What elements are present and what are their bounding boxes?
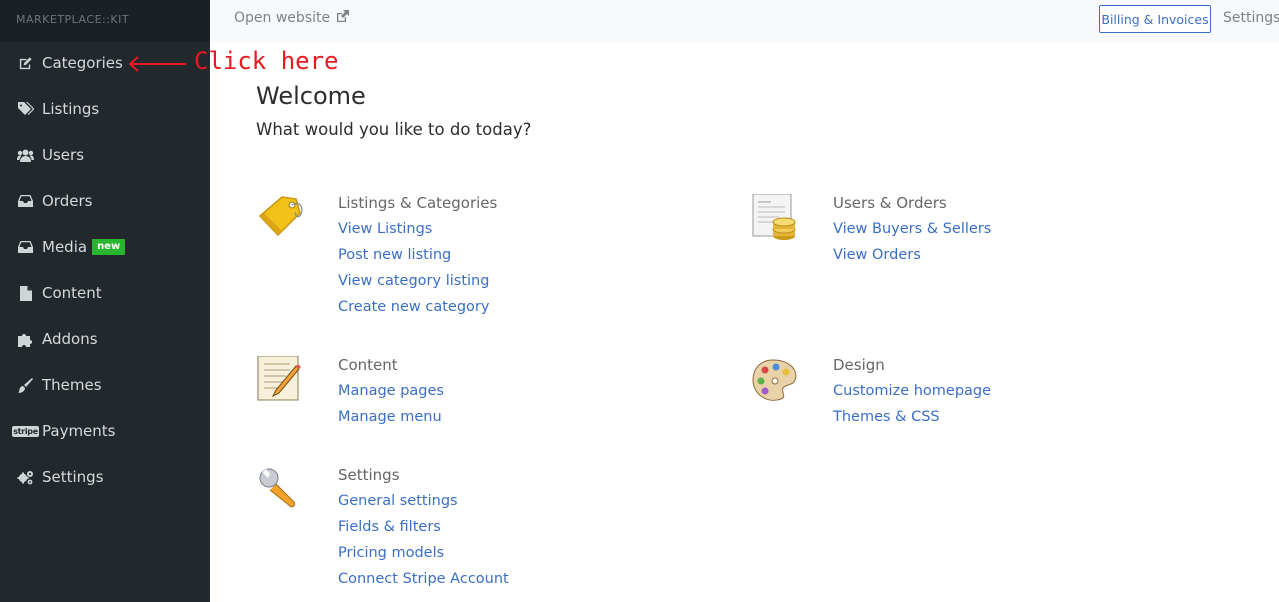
sidebar: MARKETPLACE::KIT Categories Listings Use… bbox=[0, 0, 210, 602]
inbox-icon bbox=[17, 193, 34, 209]
users-icon bbox=[17, 147, 34, 163]
sidebar-item-media[interactable]: Media new bbox=[0, 224, 210, 270]
sidebar-item-label: Content bbox=[42, 284, 102, 302]
fields-filters-link[interactable]: Fields & filters bbox=[338, 518, 638, 544]
manage-pages-link[interactable]: Manage pages bbox=[338, 382, 638, 408]
file-icon bbox=[17, 285, 34, 301]
wrench-icon bbox=[256, 466, 306, 516]
topbar: Open website Billing & Invoices Settings bbox=[210, 0, 1279, 42]
post-new-listing-link[interactable]: Post new listing bbox=[338, 246, 638, 272]
gears-icon bbox=[17, 469, 34, 485]
sidebar-item-label: Addons bbox=[42, 330, 98, 348]
billing-invoices-button[interactable]: Billing & Invoices bbox=[1099, 5, 1211, 33]
view-orders-link[interactable]: View Orders bbox=[833, 246, 1133, 272]
sidebar-item-orders[interactable]: Orders bbox=[0, 178, 210, 224]
sidebar-item-addons[interactable]: Addons bbox=[0, 316, 210, 362]
annotation-arrow-icon bbox=[128, 56, 186, 72]
sidebar-item-themes[interactable]: Themes bbox=[0, 362, 210, 408]
edit-icon bbox=[17, 55, 34, 71]
palette-icon bbox=[751, 356, 801, 406]
sidebar-item-listings[interactable]: Listings bbox=[0, 86, 210, 132]
brush-icon bbox=[17, 377, 34, 393]
view-category-listing-link[interactable]: View category listing bbox=[338, 272, 638, 298]
sidebar-item-payments[interactable]: stripe Payments bbox=[0, 408, 210, 454]
sidebar-item-label: Themes bbox=[42, 376, 102, 394]
open-website-link[interactable]: Open website bbox=[234, 10, 349, 26]
tags-icon bbox=[17, 101, 34, 117]
stripe-icon: stripe bbox=[12, 425, 39, 437]
annotation-text: Click here bbox=[194, 47, 339, 75]
sidebar-item-label: Categories bbox=[42, 54, 123, 72]
themes-css-link[interactable]: Themes & CSS bbox=[833, 408, 1133, 434]
sidebar-item-label: Settings bbox=[42, 468, 104, 486]
sidebar-item-users[interactable]: Users bbox=[0, 132, 210, 178]
notepad-pencil-icon bbox=[256, 355, 306, 406]
sidebar-item-content[interactable]: Content bbox=[0, 270, 210, 316]
inbox-icon bbox=[17, 239, 34, 255]
sidebar-item-label: Users bbox=[42, 146, 85, 164]
page-title: Welcome bbox=[256, 82, 366, 110]
general-settings-link[interactable]: General settings bbox=[338, 492, 638, 518]
new-badge: new bbox=[92, 239, 126, 255]
manage-menu-link[interactable]: Manage menu bbox=[338, 408, 638, 434]
section-heading: Listings & Categories bbox=[338, 194, 498, 212]
sidebar-item-settings[interactable]: Settings bbox=[0, 454, 210, 500]
page-subtitle: What would you like to do today? bbox=[256, 120, 532, 139]
customize-homepage-link[interactable]: Customize homepage bbox=[833, 382, 1133, 408]
create-new-category-link[interactable]: Create new category bbox=[338, 298, 638, 324]
sidebar-item-label: Payments bbox=[42, 422, 116, 440]
brand-logo[interactable]: MARKETPLACE::KIT bbox=[0, 0, 210, 42]
invoice-coins-icon bbox=[751, 193, 801, 244]
sidebar-item-label: Media bbox=[42, 238, 88, 256]
section-heading: Settings bbox=[338, 466, 400, 484]
view-listings-link[interactable]: View Listings bbox=[338, 220, 638, 246]
view-buyers-sellers-link[interactable]: View Buyers & Sellers bbox=[833, 220, 1133, 246]
puzzle-icon bbox=[17, 331, 34, 347]
sidebar-item-label: Orders bbox=[42, 192, 93, 210]
pricing-models-link[interactable]: Pricing models bbox=[338, 544, 638, 570]
external-link-icon bbox=[336, 10, 349, 22]
section-heading: Users & Orders bbox=[833, 194, 947, 212]
connect-stripe-account-link[interactable]: Connect Stripe Account bbox=[338, 570, 638, 596]
price-tag-icon bbox=[256, 194, 306, 244]
sidebar-item-label: Listings bbox=[42, 100, 100, 118]
section-heading: Design bbox=[833, 356, 885, 374]
topbar-settings-link[interactable]: Settings bbox=[1223, 10, 1279, 26]
section-heading: Content bbox=[338, 356, 398, 374]
